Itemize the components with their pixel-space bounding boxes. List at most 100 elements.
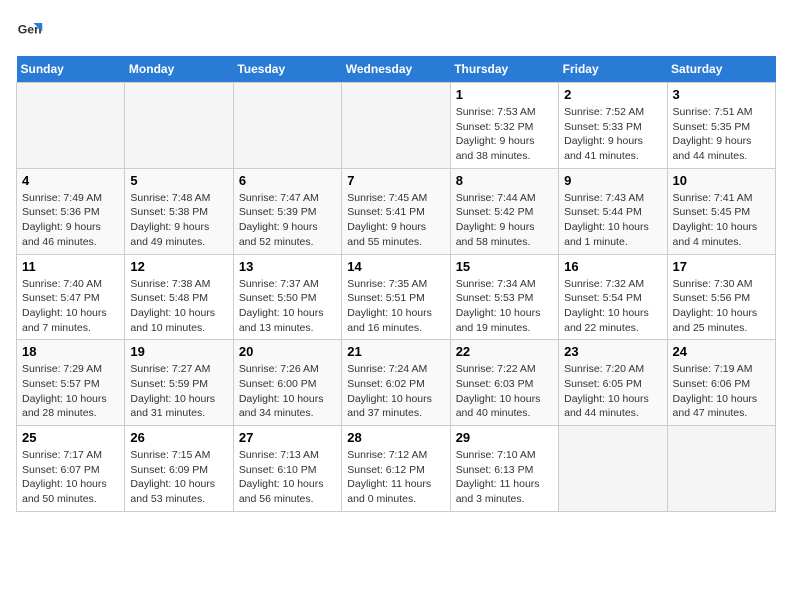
day-info: Sunrise: 7:26 AMSunset: 6:00 PMDaylight:… [239,362,336,421]
calendar-cell: 1 Sunrise: 7:53 AMSunset: 5:32 PMDaylight… [450,83,558,169]
day-info: Sunrise: 7:34 AMSunset: 5:53 PMDaylight:… [456,277,553,336]
day-number: 17 [673,259,770,274]
calendar-cell: 3 Sunrise: 7:51 AMSunset: 5:35 PMDaylight… [667,83,775,169]
day-info: Sunrise: 7:10 AMSunset: 6:13 PMDaylight:… [456,448,553,507]
day-info: Sunrise: 7:13 AMSunset: 6:10 PMDaylight:… [239,448,336,507]
calendar-cell: 28 Sunrise: 7:12 AMSunset: 6:12 PMDayligh… [342,426,450,512]
header-wednesday: Wednesday [342,56,450,83]
day-info: Sunrise: 7:47 AMSunset: 5:39 PMDaylight:… [239,191,336,250]
calendar-cell: 20 Sunrise: 7:26 AMSunset: 6:00 PMDayligh… [233,340,341,426]
calendar-cell: 15 Sunrise: 7:34 AMSunset: 5:53 PMDayligh… [450,254,558,340]
day-number: 4 [22,173,119,188]
day-number: 18 [22,344,119,359]
day-info: Sunrise: 7:19 AMSunset: 6:06 PMDaylight:… [673,362,770,421]
calendar-cell: 23Sunrise: 7:20 AMSunset: 6:05 PMDayligh… [559,340,667,426]
day-info: Sunrise: 7:32 AMSunset: 5:54 PMDaylight:… [564,277,661,336]
day-number: 29 [456,430,553,445]
day-info: Sunrise: 7:51 AMSunset: 5:35 PMDaylight:… [673,105,770,164]
calendar-cell: 11 Sunrise: 7:40 AMSunset: 5:47 PMDayligh… [17,254,125,340]
calendar-week-4: 18 Sunrise: 7:29 AMSunset: 5:57 PMDayligh… [17,340,776,426]
day-number: 12 [130,259,227,274]
calendar-cell: 2 Sunrise: 7:52 AMSunset: 5:33 PMDaylight… [559,83,667,169]
calendar-cell: 9 Sunrise: 7:43 AMSunset: 5:44 PMDaylight… [559,168,667,254]
header-thursday: Thursday [450,56,558,83]
calendar-cell: 8 Sunrise: 7:44 AMSunset: 5:42 PMDaylight… [450,168,558,254]
day-info: Sunrise: 7:41 AMSunset: 5:45 PMDaylight:… [673,191,770,250]
header-saturday: Saturday [667,56,775,83]
day-info: Sunrise: 7:38 AMSunset: 5:48 PMDaylight:… [130,277,227,336]
day-info: Sunrise: 7:49 AMSunset: 5:36 PMDaylight:… [22,191,119,250]
day-number: 8 [456,173,553,188]
calendar-cell: 14 Sunrise: 7:35 AMSunset: 5:51 PMDayligh… [342,254,450,340]
day-number: 6 [239,173,336,188]
day-info: Sunrise: 7:15 AMSunset: 6:09 PMDaylight:… [130,448,227,507]
calendar-cell: 25 Sunrise: 7:17 AMSunset: 6:07 PMDayligh… [17,426,125,512]
calendar-cell: 6 Sunrise: 7:47 AMSunset: 5:39 PMDaylight… [233,168,341,254]
day-number: 1 [456,87,553,102]
day-number: 3 [673,87,770,102]
calendar-cell [233,83,341,169]
day-info: Sunrise: 7:48 AMSunset: 5:38 PMDaylight:… [130,191,227,250]
day-number: 14 [347,259,444,274]
day-number: 13 [239,259,336,274]
calendar-cell: 24 Sunrise: 7:19 AMSunset: 6:06 PMDayligh… [667,340,775,426]
calendar-cell: 29 Sunrise: 7:10 AMSunset: 6:13 PMDayligh… [450,426,558,512]
day-number: 9 [564,173,661,188]
calendar-cell: 18 Sunrise: 7:29 AMSunset: 5:57 PMDayligh… [17,340,125,426]
calendar-cell: 21 Sunrise: 7:24 AMSunset: 6:02 PMDayligh… [342,340,450,426]
calendar-cell: 12 Sunrise: 7:38 AMSunset: 5:48 PMDayligh… [125,254,233,340]
day-number: 2 [564,87,661,102]
calendar-week-2: 4 Sunrise: 7:49 AMSunset: 5:36 PMDaylight… [17,168,776,254]
day-number: 24 [673,344,770,359]
day-info: Sunrise: 7:27 AMSunset: 5:59 PMDaylight:… [130,362,227,421]
day-info: Sunrise: 7:12 AMSunset: 6:12 PMDaylight:… [347,448,444,507]
header-friday: Friday [559,56,667,83]
day-info: Sunrise: 7:35 AMSunset: 5:51 PMDaylight:… [347,277,444,336]
header: Gen [16,16,776,44]
day-info: Sunrise: 7:37 AMSunset: 5:50 PMDaylight:… [239,277,336,336]
day-number: 11 [22,259,119,274]
calendar-cell: 19 Sunrise: 7:27 AMSunset: 5:59 PMDayligh… [125,340,233,426]
logo: Gen [16,16,48,44]
day-info: Sunrise: 7:52 AMSunset: 5:33 PMDaylight:… [564,105,661,164]
calendar-cell: 5 Sunrise: 7:48 AMSunset: 5:38 PMDaylight… [125,168,233,254]
header-tuesday: Tuesday [233,56,341,83]
calendar-cell: 4 Sunrise: 7:49 AMSunset: 5:36 PMDaylight… [17,168,125,254]
day-info: Sunrise: 7:22 AMSunset: 6:03 PMDaylight:… [456,362,553,421]
calendar-cell [342,83,450,169]
calendar-cell: 7 Sunrise: 7:45 AMSunset: 5:41 PMDaylight… [342,168,450,254]
day-number: 5 [130,173,227,188]
day-info: Sunrise: 7:17 AMSunset: 6:07 PMDaylight:… [22,448,119,507]
calendar-cell: 17Sunrise: 7:30 AMSunset: 5:56 PMDayligh… [667,254,775,340]
calendar-cell [17,83,125,169]
day-number: 22 [456,344,553,359]
day-number: 28 [347,430,444,445]
day-number: 25 [22,430,119,445]
calendar-cell: 22 Sunrise: 7:22 AMSunset: 6:03 PMDayligh… [450,340,558,426]
day-number: 21 [347,344,444,359]
day-number: 19 [130,344,227,359]
day-number: 20 [239,344,336,359]
calendar-cell: 10 Sunrise: 7:41 AMSunset: 5:45 PMDayligh… [667,168,775,254]
day-info: Sunrise: 7:43 AMSunset: 5:44 PMDaylight:… [564,191,661,250]
day-info: Sunrise: 7:44 AMSunset: 5:42 PMDaylight:… [456,191,553,250]
day-number: 15 [456,259,553,274]
day-number: 7 [347,173,444,188]
day-info: Sunrise: 7:29 AMSunset: 5:57 PMDaylight:… [22,362,119,421]
calendar-cell: 16 Sunrise: 7:32 AMSunset: 5:54 PMDayligh… [559,254,667,340]
header-monday: Monday [125,56,233,83]
day-number: 10 [673,173,770,188]
calendar-week-5: 25 Sunrise: 7:17 AMSunset: 6:07 PMDayligh… [17,426,776,512]
day-number: 16 [564,259,661,274]
day-info: Sunrise: 7:24 AMSunset: 6:02 PMDaylight:… [347,362,444,421]
calendar-cell [125,83,233,169]
calendar-cell [559,426,667,512]
day-number: 26 [130,430,227,445]
calendar-cell: 26 Sunrise: 7:15 AMSunset: 6:09 PMDayligh… [125,426,233,512]
calendar-week-1: 1 Sunrise: 7:53 AMSunset: 5:32 PMDaylight… [17,83,776,169]
calendar-week-3: 11 Sunrise: 7:40 AMSunset: 5:47 PMDayligh… [17,254,776,340]
day-info: Sunrise: 7:20 AMSunset: 6:05 PMDaylight:… [564,362,661,421]
day-info: Sunrise: 7:45 AMSunset: 5:41 PMDaylight:… [347,191,444,250]
day-info: Sunrise: 7:40 AMSunset: 5:47 PMDaylight:… [22,277,119,336]
day-info: Sunrise: 7:53 AMSunset: 5:32 PMDaylight:… [456,105,553,164]
